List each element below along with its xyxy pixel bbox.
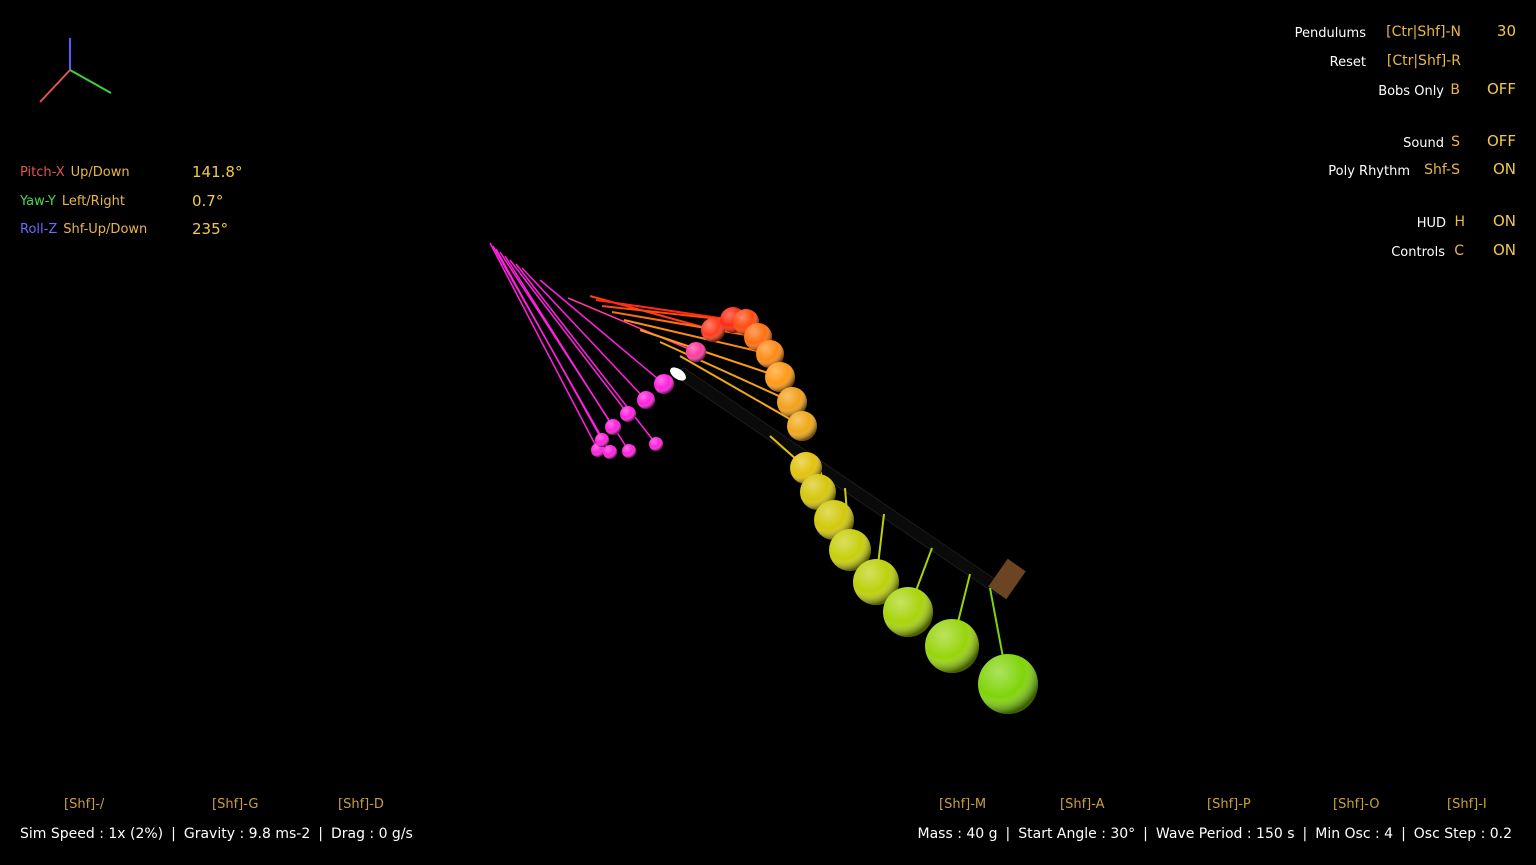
bobs-only-key: B — [1450, 82, 1460, 98]
pendulum-string — [504, 255, 614, 428]
yaw-axis-label: Yaw-Y — [20, 194, 56, 209]
control-controls[interactable]: Controls C ON — [0, 241, 1536, 267]
hint-gravity: [Shf]-G — [212, 797, 259, 812]
pendulum-bob-shading — [649, 437, 663, 451]
drag-status[interactable]: Drag : 0 g/s — [331, 826, 413, 842]
pendulum-scene[interactable] — [0, 0, 1536, 865]
osc-step-status[interactable]: Osc Step : 0.2 — [1414, 826, 1512, 842]
control-sound[interactable]: Sound S OFF — [0, 132, 1536, 158]
status-right: Mass : 40 g | Start Angle : 30° | Wave Perio… — [917, 826, 1512, 842]
control-hud[interactable]: HUD H ON — [0, 212, 1536, 238]
hint-sim-speed: [Shf]-/ — [64, 797, 105, 812]
pendulum-bob-shading — [603, 445, 617, 459]
pendulums-state: 30 — [1496, 22, 1516, 40]
pendulum-string — [495, 248, 603, 441]
yaw-keys: Left/Right — [61, 194, 125, 209]
poly-rhythm-state: ON — [1492, 160, 1516, 178]
control-pendulums[interactable]: Pendulums [Ctr|Shf]-N 30 — [0, 22, 1536, 48]
sound-key: S — [1451, 134, 1460, 150]
hud-label: HUD — [1416, 216, 1446, 231]
wave-period-status[interactable]: Wave Period : 150 s — [1156, 826, 1295, 842]
pendulum-bob-shading — [978, 654, 1038, 714]
poly-rhythm-key: Shf-S — [1424, 162, 1460, 178]
bobs-only-state: OFF — [1486, 80, 1516, 98]
pendulums-key: [Ctr|Shf]-N — [1386, 24, 1461, 40]
reset-key: [Ctr|Shf]-R — [1386, 53, 1461, 69]
control-reset[interactable]: Reset [Ctr|Shf]-R — [0, 53, 1536, 77]
start-angle-status[interactable]: Start Angle : 30° — [1018, 826, 1135, 842]
hint-min-osc: [Shf]-O — [1333, 797, 1380, 812]
pendulum-string — [489, 242, 599, 451]
pendulum-bob-shading — [622, 444, 636, 458]
control-poly-rhythm[interactable]: Poly Rhythm Shf-S ON — [0, 160, 1536, 186]
gravity-status[interactable]: Gravity : 9.8 ms-2 — [184, 826, 310, 842]
bobs-only-label: Bobs Only — [1378, 84, 1444, 99]
pendulums-label: Pendulums — [1294, 26, 1366, 41]
pendulum-bob-shading — [620, 406, 636, 422]
pendulum-bob-shading — [654, 374, 674, 394]
hint-drag: [Shf]-D — [338, 797, 384, 812]
pendulum-bob-shading — [883, 587, 933, 637]
min-osc-status[interactable]: Min Osc : 4 — [1315, 826, 1393, 842]
hint-start-angle: [Shf]-A — [1060, 797, 1105, 812]
yaw-row: Yaw-Y Left/Right 0.7° — [20, 192, 223, 214]
sim-speed-status[interactable]: Sim Speed : 1x (2%) — [20, 826, 163, 842]
pendulum-bob-shading — [686, 342, 706, 362]
pendulum-string — [509, 259, 629, 415]
pendulum-bob-shading — [595, 433, 609, 447]
status-left: Sim Speed : 1x (2%) | Gravity : 9.8 ms-2 | D… — [20, 826, 413, 842]
controls-label: Controls — [1391, 245, 1445, 260]
mass-status[interactable]: Mass : 40 g — [918, 826, 998, 842]
poly-rhythm-label: Poly Rhythm — [1328, 164, 1410, 179]
controls-key: C — [1454, 243, 1464, 259]
hint-mass: [Shf]-M — [939, 797, 987, 812]
control-bobs-only[interactable]: Bobs Only B OFF — [0, 80, 1536, 106]
pendulum-bob-shading — [605, 419, 621, 435]
pendulum-bob-shading — [787, 411, 817, 441]
hud-state: ON — [1492, 212, 1516, 230]
yaw-value: 0.7° — [192, 192, 224, 210]
reset-label: Reset — [1329, 55, 1366, 70]
hud-key: H — [1454, 214, 1465, 230]
sound-label: Sound — [1403, 136, 1444, 151]
pendulum-bob-shading — [637, 391, 655, 409]
controls-state: ON — [1492, 241, 1516, 259]
pendulum-bob-shading — [925, 619, 979, 673]
hint-osc-step: [Shf]-I — [1447, 797, 1487, 812]
frame-block — [988, 558, 1026, 600]
hint-wave-period: [Shf]-P — [1207, 797, 1251, 812]
sound-state: OFF — [1486, 132, 1516, 150]
